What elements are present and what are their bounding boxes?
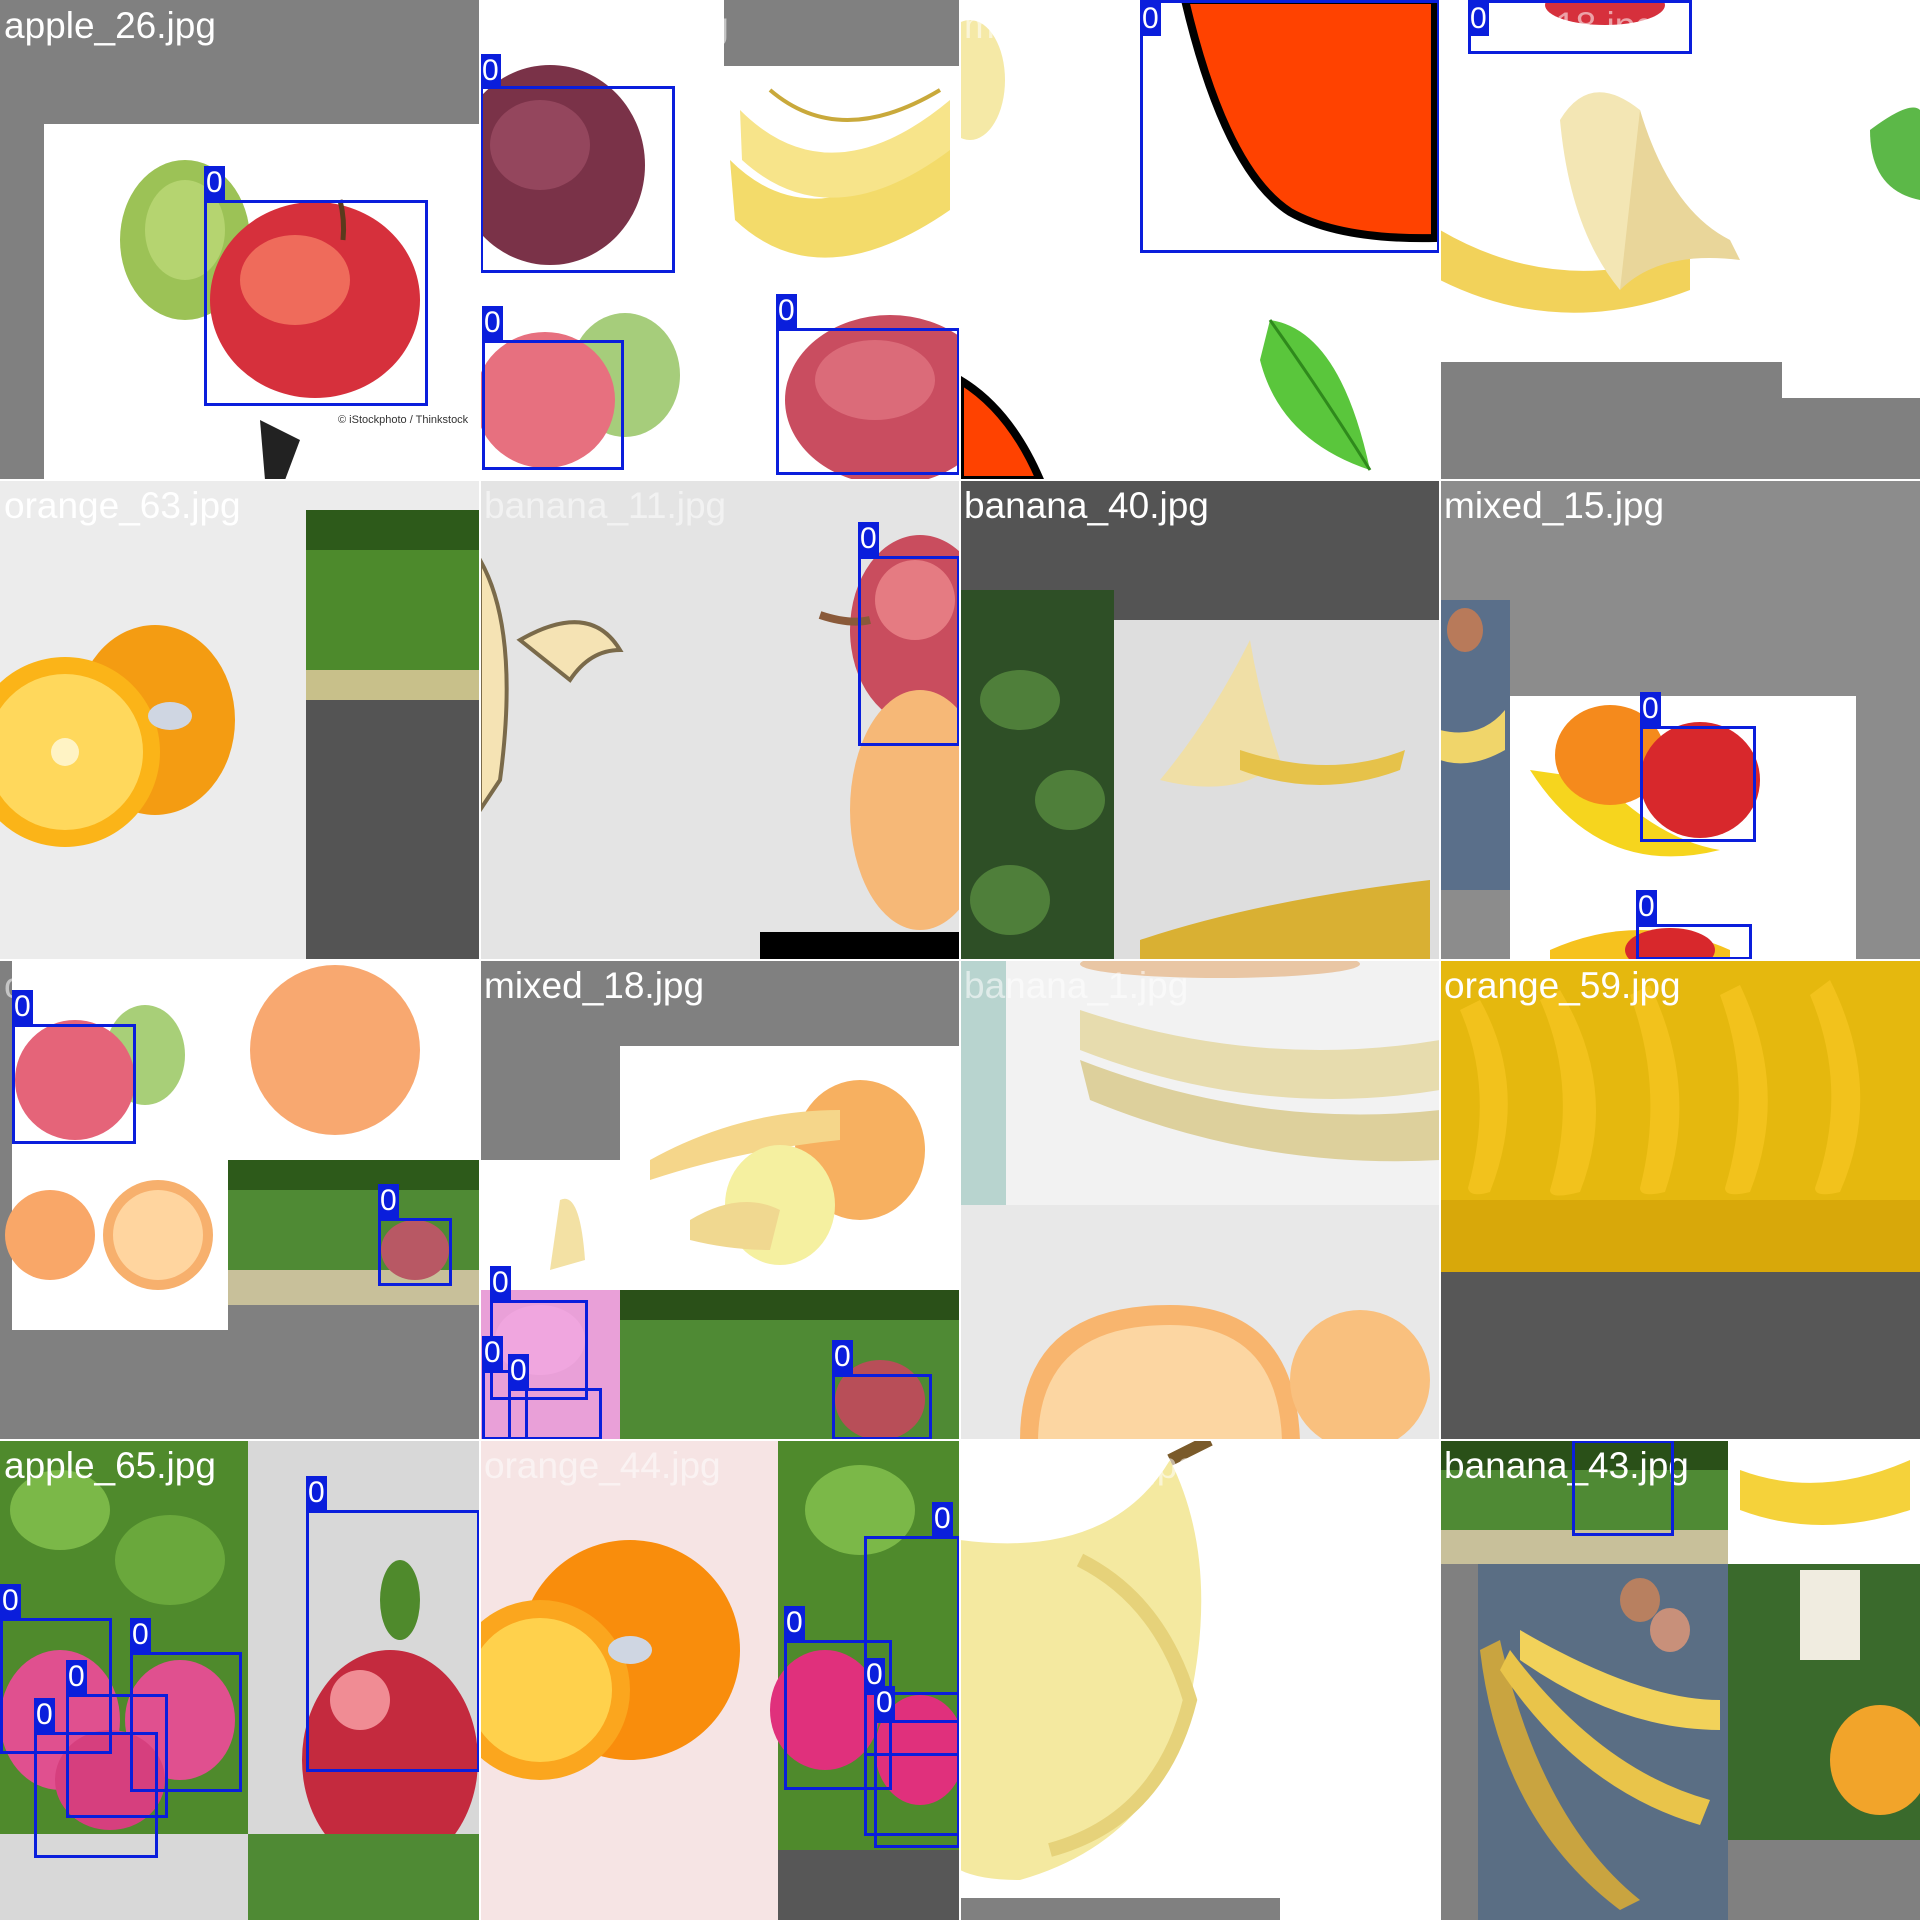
watermark-text: © iStockphoto / Thinkstock: [338, 414, 469, 426]
detection-label: 0: [66, 1660, 87, 1694]
detection-label: 0: [130, 1618, 151, 1652]
tile-orange-11: orange_11.jpg: [960, 1440, 1440, 1920]
detection-label: 0: [490, 1266, 511, 1300]
detection-label: 0: [480, 54, 501, 88]
photo-yellow-bananas: [1440, 960, 1920, 1440]
detection-label: 0: [0, 1584, 21, 1618]
detection-box: [1636, 924, 1752, 960]
tile-apple-65: apple_65.jpg 0 0 0 0 0: [0, 1440, 480, 1920]
tile-banana-1: banana_1.jpg: [960, 960, 1440, 1440]
detection-box: [204, 200, 428, 406]
photo-bananas-tree: [960, 480, 1440, 960]
tile-orange-59: orange_59.jpg: [1440, 960, 1920, 1440]
detection-box: [832, 1374, 932, 1440]
tile-banana-11: banana_11.jpg 0: [480, 480, 960, 960]
detection-label: 0: [784, 1606, 805, 1640]
detection-box: [480, 86, 675, 273]
detection-box: [482, 340, 624, 470]
tile-mixed-18: mixed_18.jpg 0 0 0 0: [480, 960, 960, 1440]
photo-oranges-grass: [0, 480, 480, 960]
photo-banana-bunch: [1440, 1440, 1920, 1920]
grid-divider: [0, 1439, 1920, 1441]
photo-mixed-fruit: [1440, 480, 1920, 960]
tile-orange-63: orange_63.jpg: [0, 480, 480, 960]
detection-label: 0: [1640, 692, 1661, 726]
detection-box: [776, 328, 960, 475]
detection-box: [1572, 1440, 1674, 1536]
detection-label: 0: [34, 1698, 55, 1732]
photo-banana-orange: [960, 960, 1440, 1440]
photo-peeled-banana: [1440, 0, 1920, 480]
detection-label: 0: [1140, 2, 1161, 36]
detection-label: 0: [482, 1336, 503, 1370]
detection-label: 0: [832, 1340, 853, 1374]
detection-box: [1640, 726, 1756, 842]
tile-banana-40: banana_40.jpg: [960, 480, 1440, 960]
tile-banana-43: banana_43.jpg 0: [1440, 1440, 1920, 1920]
tile-apple-26: apple_26.jpg 0 © iStockphoto / Thinkstoc…: [0, 0, 480, 480]
mosaic-grid: apple_26.jpg 0 © iStockphoto / Thinkstoc…: [0, 0, 1920, 1920]
tile-mixed-11: mixed_11.jpg 0: [960, 0, 1440, 480]
detection-box: [508, 1388, 602, 1440]
detection-label: 0: [1636, 890, 1657, 924]
grid-divider: [0, 479, 1920, 481]
detection-box: [34, 1732, 158, 1858]
tile-mixed-15: mixed_15.jpg 0 0: [1440, 480, 1920, 960]
detection-label: 0: [932, 1502, 953, 1536]
detection-box: [874, 1720, 960, 1848]
detection-label: 0: [508, 1354, 529, 1388]
detection-label: 0: [482, 306, 503, 340]
detection-box: [12, 1024, 136, 1144]
detection-label: 0: [306, 1476, 327, 1510]
detection-box: [378, 1218, 452, 1286]
grid-divider: [0, 959, 1920, 961]
detection-label: 0: [12, 990, 33, 1024]
tile-apple-18: apple_18.jpg 0: [1440, 0, 1920, 480]
detection-label: 0: [378, 1184, 399, 1218]
detection-label: 0: [776, 294, 797, 328]
detection-label: 0: [1468, 2, 1489, 36]
detection-box: [858, 556, 960, 746]
photo-single-banana: [960, 1440, 1440, 1920]
detection-label: 0: [858, 522, 879, 556]
detection-box: [1140, 0, 1440, 253]
detection-label: 0: [874, 1686, 895, 1720]
tile-orange-72: orange_72.jpg 0 0: [0, 960, 480, 1440]
detection-label: 0: [204, 166, 225, 200]
detection-box: [1468, 0, 1692, 54]
tile-orange-44: orange_44.jpg 0 0 0 0: [480, 1440, 960, 1920]
tile-banana-30: banana_30.jpg 0 0 0: [480, 0, 960, 480]
detection-box: [306, 1510, 480, 1772]
